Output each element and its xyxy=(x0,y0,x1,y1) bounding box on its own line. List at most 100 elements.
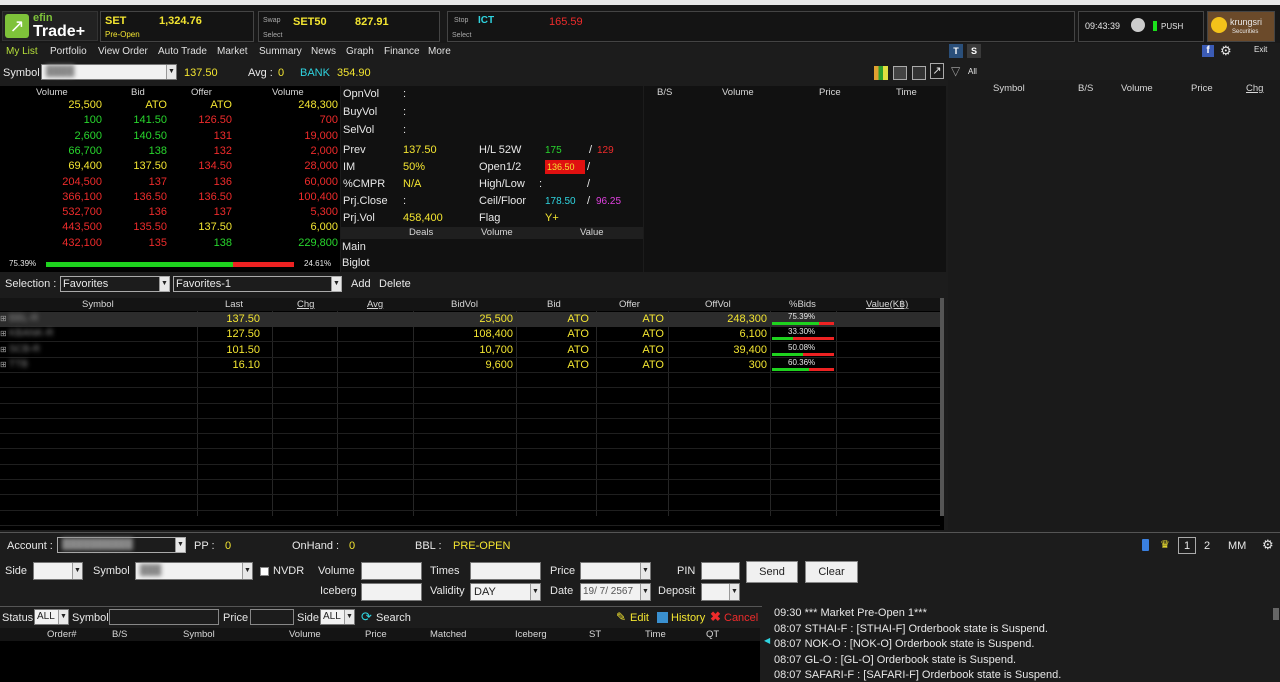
iceberg-input[interactable] xyxy=(361,583,422,601)
history-button[interactable]: History xyxy=(671,612,705,624)
row-offer[interactable]: ATO xyxy=(642,359,664,371)
row-bid[interactable]: ATO xyxy=(567,328,589,340)
book-bid-price[interactable]: 136 xyxy=(149,206,167,218)
page-2-button[interactable]: 2 xyxy=(1204,540,1210,552)
book-offer-price[interactable]: 132 xyxy=(214,145,232,157)
edit-button[interactable]: Edit xyxy=(630,612,649,624)
set-index-box[interactable]: SET 1,324.76 Pre-Open xyxy=(100,11,254,42)
chevron-down-icon[interactable]: ▼ xyxy=(344,610,354,624)
book-offer-price[interactable]: 134.50 xyxy=(198,160,232,172)
page-1-button[interactable]: 1 xyxy=(1178,537,1196,554)
nav-graph[interactable]: Graph xyxy=(346,46,374,57)
gear-icon[interactable]: ⚙ xyxy=(1262,537,1274,553)
volume-input[interactable] xyxy=(361,562,422,580)
tab-t[interactable]: T xyxy=(949,44,963,58)
table-row[interactable]: ⊞ SCB-R 101.50 10,700 ATO ATO 39,400 50.08% xyxy=(0,343,940,358)
stop-box[interactable]: Stop ICT 165.59 Select xyxy=(447,11,1075,42)
book-offer-price[interactable]: 137.50 xyxy=(198,221,232,233)
news-item[interactable]: 08:07 GL-O : [GL-O] Orderbook state is S… xyxy=(774,654,1016,666)
chevron-down-icon[interactable]: ▼ xyxy=(159,277,169,291)
candlestick-icon[interactable] xyxy=(912,66,926,80)
times-input[interactable] xyxy=(470,562,541,580)
account-select[interactable]: ██████████ ▼ xyxy=(57,537,186,553)
nav-view-order[interactable]: View Order xyxy=(98,46,148,57)
swap-select[interactable]: Select xyxy=(263,32,282,39)
cancel-icon[interactable]: ✖ xyxy=(710,609,721,625)
book-offer-price[interactable]: 136 xyxy=(214,176,232,188)
table-row[interactable]: ⊞ BBL-R 137.50 25,500 ATO ATO 248,300 75.39% xyxy=(0,312,940,327)
nvdr-checkbox[interactable] xyxy=(260,567,269,576)
chevron-down-icon[interactable]: ▼ xyxy=(58,610,68,624)
order-price-select[interactable]: ▼ xyxy=(580,562,651,580)
book-offer-price[interactable]: 137 xyxy=(214,206,232,218)
chevron-down-icon[interactable]: ▼ xyxy=(242,563,252,579)
detail-icon[interactable] xyxy=(893,66,907,80)
mobile-icon[interactable] xyxy=(1142,539,1149,551)
news-item[interactable]: 08:07 SAFARI-F : [SAFARI-F] Orderbook st… xyxy=(774,669,1061,681)
delete-button[interactable]: Delete xyxy=(379,278,411,290)
history-icon[interactable] xyxy=(657,612,668,623)
nav-news[interactable]: News xyxy=(311,46,336,57)
search-symbol-input[interactable] xyxy=(109,609,219,625)
book-bid-price[interactable]: 135 xyxy=(149,237,167,249)
row-symbol[interactable]: TTB xyxy=(9,359,28,370)
table-row[interactable]: ⊞ KBANK-R 127.50 108,400 ATO ATO 6,100 33.30% xyxy=(0,327,940,342)
book-offer-price[interactable]: 131 xyxy=(214,130,232,142)
filter-all[interactable]: All xyxy=(968,67,977,76)
filter-icon[interactable]: ▽ xyxy=(951,64,960,78)
book-bid-price[interactable]: ATO xyxy=(145,99,167,111)
expand-row-icon[interactable]: ⊞ xyxy=(0,360,7,369)
search-button[interactable]: Search xyxy=(376,612,411,624)
expand-row-icon[interactable]: ⊞ xyxy=(0,345,7,354)
expand-row-icon[interactable]: ⊞ xyxy=(0,314,7,323)
tab-s[interactable]: S xyxy=(967,44,981,58)
nav-portfolio[interactable]: Portfolio xyxy=(50,46,87,57)
book-offer-price[interactable]: ATO xyxy=(210,99,232,111)
send-button[interactable]: Send xyxy=(746,561,798,583)
row-bid[interactable]: ATO xyxy=(567,359,589,371)
validity-select[interactable]: DAY ▼ xyxy=(470,583,541,601)
chevron-down-icon[interactable]: ▼ xyxy=(729,584,739,600)
refresh-icon[interactable]: ⟳ xyxy=(361,609,372,625)
nav-summary[interactable]: Summary xyxy=(259,46,302,57)
add-button[interactable]: Add xyxy=(351,278,371,290)
grid-scrollbar[interactable] xyxy=(940,298,944,516)
book-bid-price[interactable]: 137.50 xyxy=(133,160,167,172)
favorites-sublist-select[interactable]: Favorites-1 ▼ xyxy=(173,276,342,292)
news-scrollbar[interactable] xyxy=(1273,608,1279,620)
row-symbol[interactable]: BBL-R xyxy=(9,313,38,324)
book-offer-price[interactable]: 126.50 xyxy=(198,114,232,126)
search-price-input[interactable] xyxy=(250,609,294,625)
row-offer[interactable]: ATO xyxy=(642,313,664,325)
book-offer-price[interactable]: 136.50 xyxy=(198,191,232,203)
nav-market[interactable]: Market xyxy=(217,46,248,57)
trophy-icon[interactable]: ♛ xyxy=(1160,538,1170,551)
nav-more[interactable]: More xyxy=(428,46,451,57)
cancel-button[interactable]: Cancel xyxy=(724,612,758,624)
stop-select[interactable]: Select xyxy=(452,32,471,39)
chevron-down-icon[interactable]: ▼ xyxy=(175,538,185,552)
row-bid[interactable]: ATO xyxy=(567,344,589,356)
expand-row-icon[interactable]: ⊞ xyxy=(0,329,7,338)
exit-button[interactable]: Exit xyxy=(1254,45,1267,54)
news-item[interactable]: 09:30 *** Market Pre-Open 1*** xyxy=(774,607,927,619)
book-bid-price[interactable]: 138 xyxy=(149,145,167,157)
grid-header-value[interactable]: Value(K฿) xyxy=(866,299,908,310)
row-offer[interactable]: ATO xyxy=(642,344,664,356)
table-row[interactable]: ⊞ TTB 16.10 9,600 ATO ATO 300 60.36% xyxy=(0,358,940,373)
row-bid[interactable]: ATO xyxy=(567,313,589,325)
symbol-input[interactable]: ████ ▼ xyxy=(41,64,177,80)
deposit-select[interactable]: ▼ xyxy=(701,583,740,601)
nav-auto-trade[interactable]: Auto Trade xyxy=(158,46,207,57)
mm-button[interactable]: MM xyxy=(1228,540,1246,552)
book-offer-price[interactable]: 138 xyxy=(214,237,232,249)
chevron-down-icon[interactable]: ▼ xyxy=(166,65,176,79)
chevron-down-icon[interactable]: ▼ xyxy=(72,563,82,579)
line-chart-icon[interactable]: ↗ xyxy=(930,63,944,79)
favorites-select[interactable]: Favorites ▼ xyxy=(60,276,170,292)
chevron-down-icon[interactable]: ▼ xyxy=(640,584,650,600)
search-side-select[interactable]: ALL ▼ xyxy=(320,609,355,625)
chevron-down-icon[interactable]: ▼ xyxy=(331,277,341,291)
row-offer[interactable]: ATO xyxy=(642,328,664,340)
bar-chart-icon[interactable] xyxy=(874,66,888,80)
